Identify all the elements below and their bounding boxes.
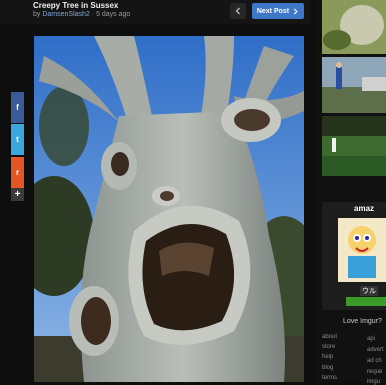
next-post-label: Next Post xyxy=(256,7,290,15)
reddit-share-button[interactable]: r xyxy=(11,157,24,188)
next-post-button[interactable]: Next Post xyxy=(252,3,304,19)
by-label: by xyxy=(33,11,41,18)
chevron-left-icon xyxy=(235,7,240,15)
post-byline: by DamsenSlash2 · 5 days ago xyxy=(33,11,130,18)
footer-link-request[interactable]: reque xyxy=(367,369,382,375)
thumbnail-image xyxy=(322,116,386,176)
plus-icon: + xyxy=(14,189,21,200)
ad-character-icon xyxy=(348,226,376,278)
love-imgur-label: Love Imgur? xyxy=(343,318,382,325)
ad-brand: amaz xyxy=(354,204,375,213)
chevron-right-icon xyxy=(293,7,298,15)
ad-image xyxy=(338,218,386,282)
ad-badge: ウル xyxy=(360,286,378,296)
footer-link-help[interactable]: help xyxy=(322,354,333,360)
post-title: Creepy Tree in Sussex xyxy=(33,1,119,10)
footer-link-ad-choices[interactable]: ad ch xyxy=(367,358,382,364)
twitter-share-button[interactable]: t xyxy=(11,124,24,155)
post-time: 5 days ago xyxy=(96,11,131,18)
sidebar-footer: Love Imgur? about store help blog terms … xyxy=(322,316,386,385)
footer-link-terms[interactable]: terms xyxy=(322,375,337,381)
thumbnail-image xyxy=(322,57,386,113)
more-share-button[interactable]: + xyxy=(11,188,24,201)
facebook-share-button[interactable]: f xyxy=(11,92,24,123)
thumbnail-image xyxy=(322,0,386,54)
footer-link-api[interactable]: api xyxy=(367,336,375,342)
gallery-thumbnail[interactable] xyxy=(322,0,386,54)
facebook-icon: f xyxy=(16,103,19,112)
author-link[interactable]: DamsenSlash2 xyxy=(42,11,89,18)
twitter-icon: t xyxy=(16,135,19,144)
footer-link-about[interactable]: about xyxy=(322,334,337,340)
post-image[interactable] xyxy=(34,36,304,382)
footer-link-imgur[interactable]: imgu xyxy=(367,379,380,385)
footer-link-advertise[interactable]: advert xyxy=(367,347,384,353)
gallery-thumbnail[interactable] xyxy=(322,116,386,176)
ad-bar xyxy=(346,297,386,306)
footer-link-store[interactable]: store xyxy=(322,344,335,350)
previous-post-button[interactable] xyxy=(230,3,246,19)
footer-link-blog[interactable]: blog xyxy=(322,365,333,371)
creepy-tree-image xyxy=(34,36,304,382)
advertisement[interactable]: amaz ウル xyxy=(322,202,386,310)
reddit-icon: r xyxy=(15,168,20,177)
gallery-thumbnail[interactable] xyxy=(322,57,386,113)
